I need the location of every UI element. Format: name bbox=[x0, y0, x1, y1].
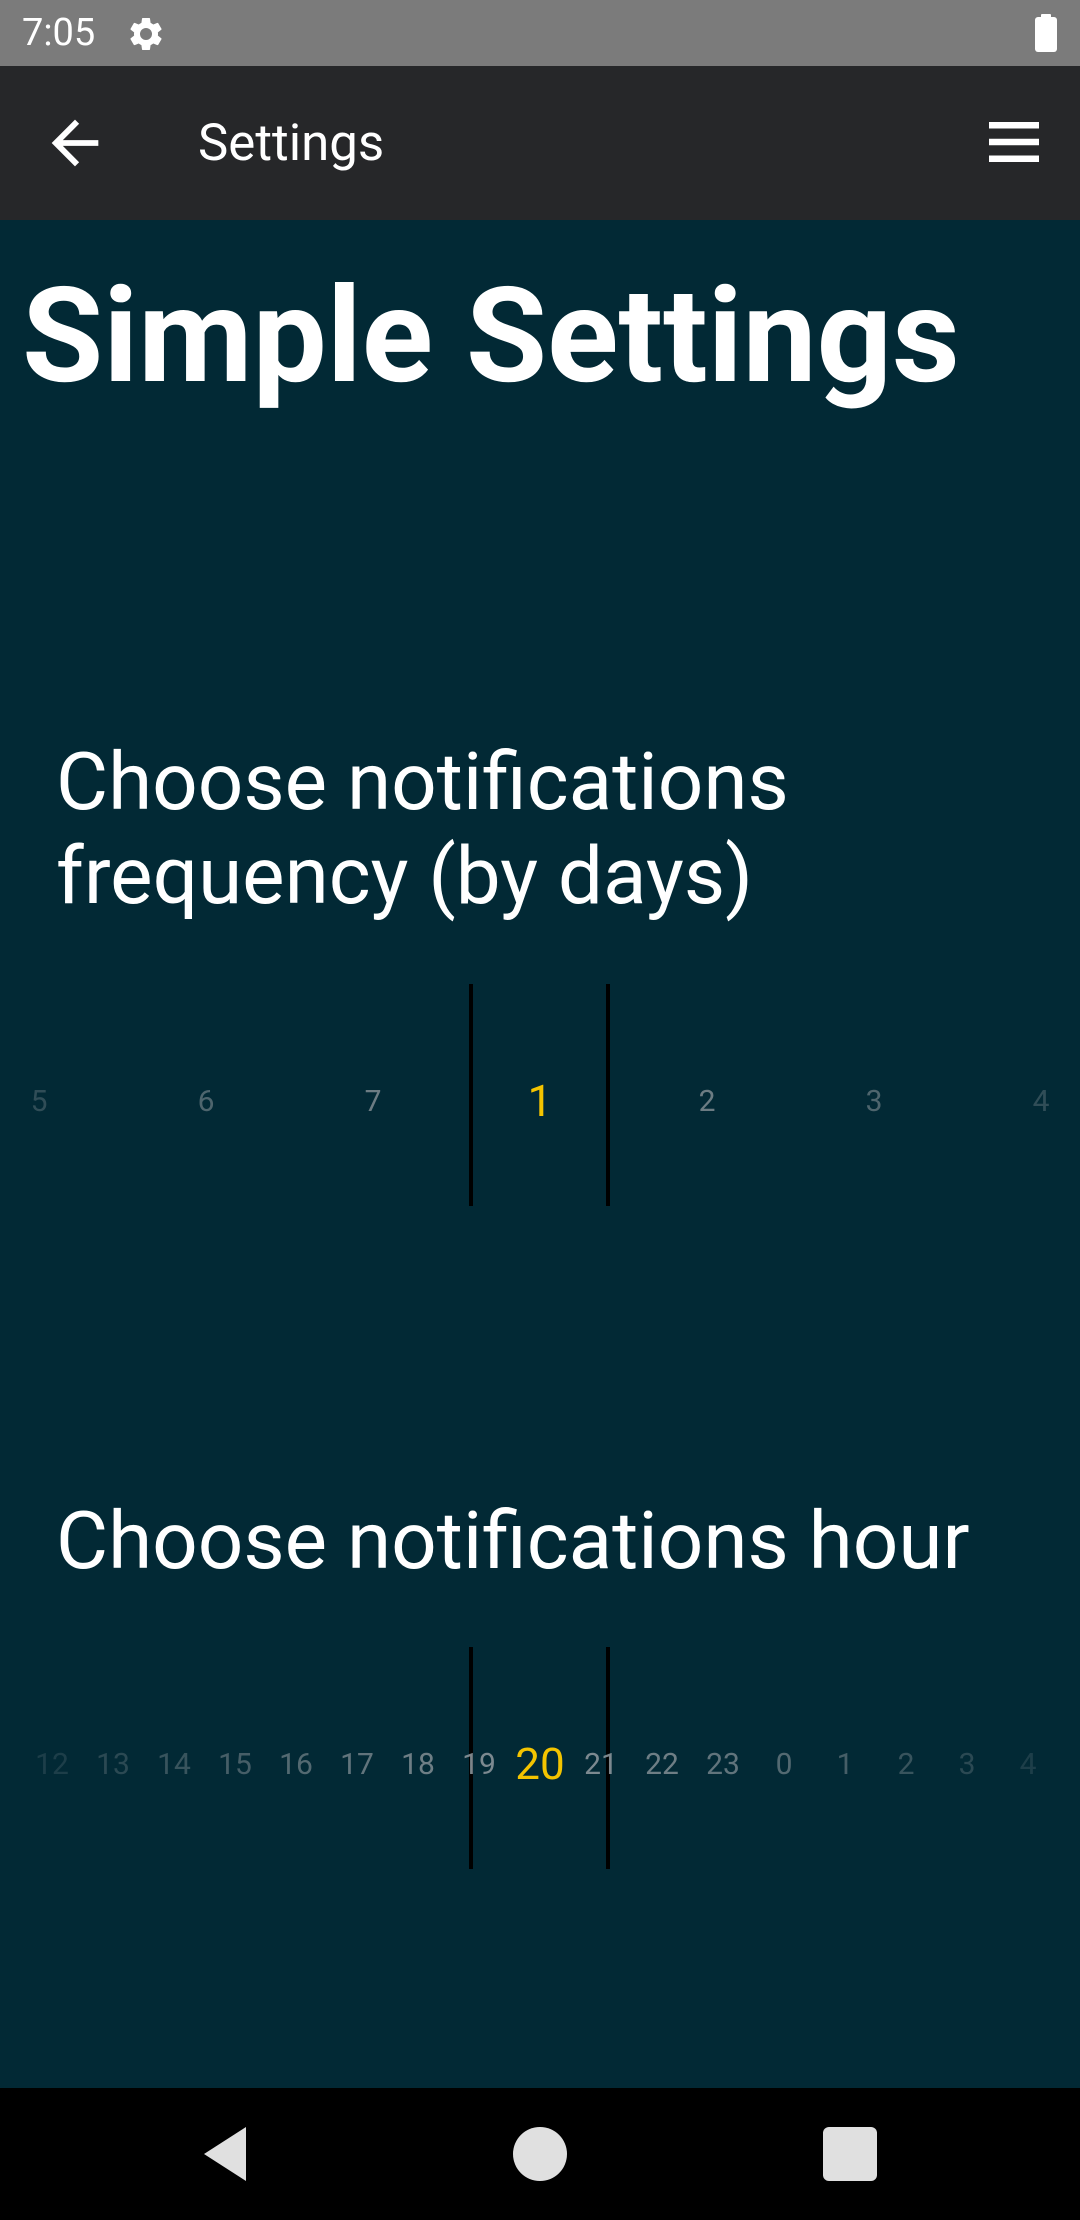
picker-item[interactable]: 3 bbox=[959, 1745, 976, 1785]
picker-item[interactable]: 14 bbox=[157, 1745, 191, 1785]
picker-left-divider bbox=[469, 984, 473, 1206]
frequency-picker[interactable]: 5 6 7 1 2 3 4 bbox=[0, 984, 1080, 1206]
picker-item[interactable]: 21 bbox=[584, 1745, 618, 1785]
hour-heading: Choose notifications hour bbox=[56, 1494, 970, 1588]
nav-bar bbox=[0, 2088, 1080, 2220]
picker-item[interactable]: 5 bbox=[31, 1082, 48, 1122]
home-circle-icon[interactable] bbox=[504, 2118, 576, 2190]
picker-item[interactable]: 6 bbox=[198, 1082, 215, 1122]
picker-selected-item[interactable]: 20 bbox=[515, 1739, 564, 1789]
picker-item[interactable]: 23 bbox=[706, 1745, 740, 1785]
arrow-left-icon[interactable] bbox=[40, 108, 110, 178]
picker-selected-item[interactable]: 1 bbox=[528, 1076, 553, 1126]
app-bar-title: Settings bbox=[198, 114, 385, 173]
status-time: 7:05 bbox=[22, 11, 96, 55]
back-triangle-icon[interactable] bbox=[192, 2118, 264, 2190]
picker-item[interactable]: 15 bbox=[218, 1745, 252, 1785]
picker-item[interactable]: 7 bbox=[365, 1082, 382, 1122]
picker-item[interactable]: 2 bbox=[699, 1082, 716, 1122]
picker-item[interactable]: 4 bbox=[1033, 1082, 1050, 1122]
picker-item[interactable]: 16 bbox=[279, 1745, 313, 1785]
picker-item[interactable]: 19 bbox=[462, 1745, 496, 1785]
recents-square-icon[interactable] bbox=[814, 2118, 886, 2190]
picker-item[interactable]: 1 bbox=[837, 1745, 854, 1785]
gear-icon bbox=[130, 17, 162, 50]
hour-picker[interactable]: 12 13 14 15 16 17 18 19 20 21 22 23 0 1 2 3 4 bbox=[0, 1647, 1080, 1869]
picker-item[interactable]: 22 bbox=[645, 1745, 679, 1785]
app-bar: Settings bbox=[0, 66, 1080, 220]
picker-item[interactable]: 18 bbox=[401, 1745, 435, 1785]
picker-item[interactable]: 17 bbox=[340, 1745, 374, 1785]
battery-icon bbox=[1035, 14, 1057, 52]
hamburger-menu-icon[interactable] bbox=[984, 112, 1044, 172]
picker-item[interactable]: 4 bbox=[1020, 1745, 1037, 1785]
picker-item[interactable]: 3 bbox=[866, 1082, 883, 1122]
picker-item[interactable]: 0 bbox=[776, 1745, 793, 1785]
picker-item[interactable]: 2 bbox=[898, 1745, 915, 1785]
picker-right-divider bbox=[606, 984, 610, 1206]
page-title: Simple Settings bbox=[22, 260, 960, 414]
picker-item[interactable]: 13 bbox=[96, 1745, 130, 1785]
frequency-heading: Choose notifications frequency (by days) bbox=[56, 735, 789, 923]
picker-item[interactable]: 12 bbox=[35, 1745, 69, 1785]
status-bar: 7:05 bbox=[0, 0, 1080, 66]
